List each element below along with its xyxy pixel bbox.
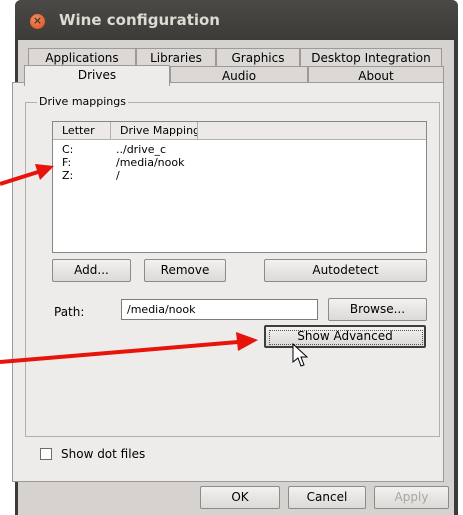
show-dot-files-checkbox[interactable] <box>40 448 52 460</box>
list-item[interactable]: F: /media/nook <box>53 156 426 169</box>
path-input[interactable]: /media/nook <box>121 299 318 320</box>
show-dot-files-label[interactable]: Show dot files <box>61 447 145 461</box>
tab-drives[interactable]: Drives <box>24 65 170 86</box>
browse-button[interactable]: Browse... <box>328 298 427 321</box>
cancel-button[interactable]: Cancel <box>288 486 366 509</box>
tab-desktop-integration[interactable]: Desktop Integration <box>300 48 442 67</box>
list-header: Letter Drive Mapping <box>53 122 426 140</box>
close-icon: × <box>32 14 43 27</box>
remove-button[interactable]: Remove <box>144 259 226 282</box>
drive-mapping: / <box>116 169 120 182</box>
close-button[interactable]: × <box>30 14 45 29</box>
title-bar: × Wine configuration <box>15 0 458 40</box>
drive-mappings-label: Drive mappings <box>37 95 128 108</box>
drive-mapping: /media/nook <box>116 156 185 169</box>
apply-button[interactable]: Apply <box>374 486 449 509</box>
drive-letter: C: <box>62 143 74 156</box>
drive-list[interactable]: Letter Drive Mapping C: ../drive_c F: /m… <box>52 121 427 253</box>
drive-letter: Z: <box>62 169 74 182</box>
tab-graphics[interactable]: Graphics <box>216 48 300 67</box>
list-item[interactable]: C: ../drive_c <box>53 143 426 156</box>
drive-letter: F: <box>62 156 72 169</box>
ok-button[interactable]: OK <box>200 486 280 509</box>
autodetect-button[interactable]: Autodetect <box>264 259 427 282</box>
list-item[interactable]: Z: / <box>53 169 426 182</box>
mouse-pointer-icon <box>292 343 308 367</box>
path-label: Path: <box>54 305 85 319</box>
column-letter[interactable]: Letter <box>53 122 111 139</box>
drive-mapping: ../drive_c <box>116 143 167 156</box>
column-drive-mapping[interactable]: Drive Mapping <box>111 122 198 139</box>
add-button[interactable]: Add... <box>52 259 131 282</box>
window-title: Wine configuration <box>59 11 220 29</box>
